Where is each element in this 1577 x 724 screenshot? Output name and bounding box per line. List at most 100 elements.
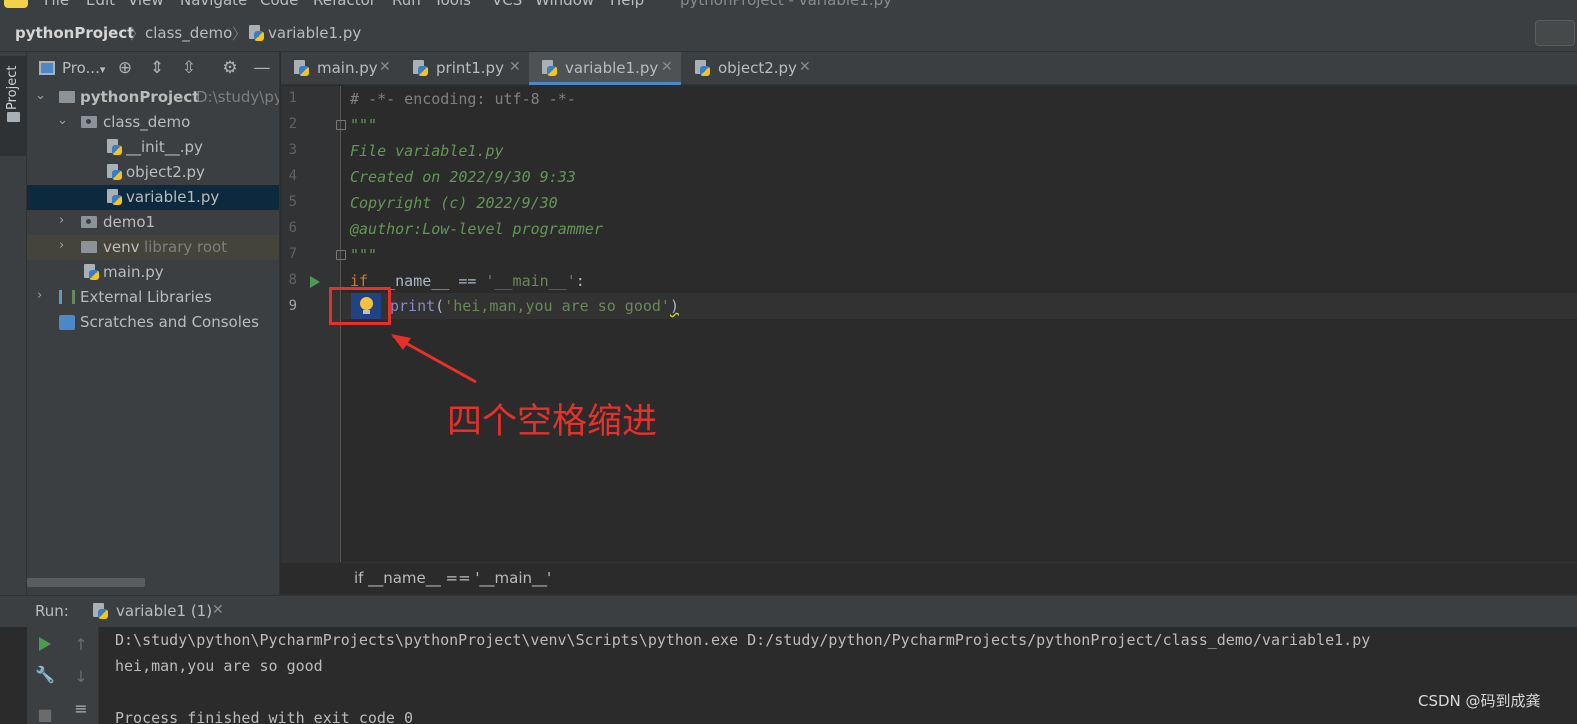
- chevron-right-icon: 〉: [232, 25, 248, 43]
- python-file-icon: [83, 264, 99, 281]
- expand-all-icon[interactable]: ⇕: [146, 57, 168, 79]
- soft-wrap-icon[interactable]: ≡: [71, 699, 91, 719]
- run-gutter-icon[interactable]: [310, 276, 320, 288]
- stop-icon[interactable]: ■: [35, 705, 55, 724]
- nav-crumb-file[interactable]: variable1.py: [268, 24, 361, 42]
- tree-label: __init__.py: [126, 138, 203, 156]
- nav-crumb-class-demo[interactable]: class_demo: [145, 24, 232, 42]
- menu-file[interactable]: File: [44, 0, 69, 9]
- gear-icon[interactable]: ⚙: [219, 57, 241, 79]
- tab-main-py[interactable]: main.py ✕: [281, 52, 399, 85]
- wrench-icon[interactable]: 🔧: [35, 665, 55, 685]
- line-number: 2: [288, 116, 297, 132]
- menu-tools[interactable]: Tools: [434, 0, 471, 9]
- tree-item-venv[interactable]: › venv library root: [27, 235, 279, 260]
- close-icon[interactable]: ✕: [661, 59, 673, 75]
- python-file-icon: [92, 603, 108, 620]
- tab-label: print1.py: [436, 59, 504, 77]
- close-icon[interactable]: ✕: [799, 59, 811, 75]
- close-icon[interactable]: ✕: [212, 602, 224, 618]
- horizontal-scrollbar[interactable]: [27, 578, 145, 587]
- menu-window[interactable]: Window: [535, 0, 594, 9]
- python-file-icon: [106, 139, 122, 156]
- menu-help[interactable]: Help: [610, 0, 644, 9]
- line-number: 6: [288, 220, 297, 236]
- locate-file-icon[interactable]: ⊕: [114, 57, 136, 79]
- tree-item-object2-py[interactable]: object2.py: [27, 160, 279, 185]
- run-tab-variable1[interactable]: variable1 (1) ✕: [82, 596, 232, 628]
- python-file-icon: [293, 60, 309, 77]
- pycharm-logo-icon: [4, 0, 28, 8]
- window-title: pythonProject - variable1.py: [680, 0, 892, 9]
- annotation-arrow-icon: [391, 334, 477, 384]
- run-label: Run:: [35, 602, 69, 620]
- tree-item-main-py[interactable]: main.py: [27, 260, 279, 285]
- menu-edit[interactable]: Edit: [86, 0, 115, 9]
- line-number: 5: [288, 194, 297, 210]
- run-toolbar-left: 🔧 ■: [27, 627, 63, 724]
- fold-marker-icon[interactable]: [336, 120, 346, 130]
- menu-refactor[interactable]: Refactor: [313, 0, 376, 9]
- annotation-label: 四个空格缩进: [447, 402, 658, 442]
- tree-item-init-py[interactable]: __init__.py: [27, 135, 279, 160]
- project-tool-tab[interactable]: Project: [0, 56, 27, 156]
- console-line-command: D:\study\python\PycharmProjects\pythonPr…: [115, 631, 1371, 649]
- python-file-icon: [412, 60, 428, 77]
- code-line-6: @author:Low-level programmer: [350, 220, 603, 238]
- chevron-right-icon: 〉: [130, 25, 146, 43]
- scratches-icon: [59, 315, 75, 330]
- project-view-selector[interactable]: Pro...▾: [62, 59, 105, 77]
- folder-icon: [59, 91, 75, 103]
- code-editor[interactable]: 1 2 3 4 5 6 7 8 9 # -*- encoding: utf-8 …: [281, 86, 1577, 562]
- chevron-right-icon: ›: [59, 238, 65, 253]
- tree-item-variable1-py[interactable]: variable1.py: [27, 185, 279, 210]
- rerun-icon[interactable]: [39, 637, 51, 651]
- menu-bar: File Edit View Navigate Code Refactor Ru…: [0, 0, 1577, 14]
- menu-vcs[interactable]: VCS: [492, 0, 522, 9]
- python-file-icon: [106, 189, 122, 206]
- menu-run[interactable]: Run: [392, 0, 421, 9]
- chevron-down-icon: ▾: [99, 63, 106, 76]
- line-number: 7: [288, 246, 297, 262]
- tree-label: demo1: [103, 213, 156, 231]
- menu-code[interactable]: Code: [260, 0, 298, 9]
- folder-icon: [7, 112, 20, 122]
- code-line-1: # -*- encoding: utf-8 -*-: [350, 90, 576, 108]
- tab-print1-py[interactable]: print1.py ✕: [400, 52, 528, 85]
- menu-navigate[interactable]: Navigate: [180, 0, 247, 9]
- run-config-button[interactable]: [1535, 20, 1575, 46]
- chevron-down-icon: ⌄: [35, 88, 46, 103]
- code-line-5: Copyright (c) 2022/9/30: [350, 194, 558, 212]
- tab-variable1-py[interactable]: variable1.py ✕: [529, 52, 681, 85]
- line-number: 9: [288, 298, 297, 314]
- tree-label: main.py: [103, 263, 164, 281]
- tree-item-class-demo[interactable]: ⌄ class_demo: [27, 110, 279, 135]
- tree-item-demo1[interactable]: › demo1: [27, 210, 279, 235]
- tree-label: External Libraries: [80, 288, 212, 306]
- minimize-icon[interactable]: —: [251, 57, 273, 79]
- tree-label: class_demo: [103, 113, 191, 131]
- close-icon[interactable]: ✕: [379, 59, 391, 75]
- chevron-right-icon: ›: [59, 213, 65, 228]
- tree-item-scratches[interactable]: Scratches and Consoles: [27, 310, 279, 335]
- code-breadcrumb[interactable]: if __name__ == '__main__': [354, 569, 551, 587]
- arrow-down-icon[interactable]: ↓: [71, 667, 91, 687]
- collapse-all-icon[interactable]: ⇳: [178, 57, 200, 79]
- python-file-icon: [541, 60, 557, 77]
- python-file-icon: [694, 60, 710, 77]
- fold-marker-icon[interactable]: [336, 250, 346, 260]
- tab-object2-py[interactable]: object2.py ✕: [682, 52, 817, 85]
- menu-view[interactable]: View: [128, 0, 164, 9]
- tree-item-external-libraries[interactable]: › External Libraries: [27, 285, 279, 310]
- console-line-output: hei,man,you are so good: [115, 657, 323, 675]
- close-icon[interactable]: ✕: [509, 59, 521, 75]
- nav-crumb-project[interactable]: pythonProject: [15, 24, 134, 42]
- chevron-right-icon: ›: [37, 288, 43, 303]
- chevron-down-icon: ⌄: [57, 113, 68, 128]
- line-number: 4: [288, 168, 297, 184]
- arrow-up-icon[interactable]: ↑: [71, 635, 91, 655]
- tree-label: object2.py: [126, 163, 205, 181]
- tree-item-pythonproject[interactable]: ⌄ pythonProject D:\study\py: [27, 85, 279, 110]
- project-tab-label: Project: [5, 65, 20, 110]
- tab-label: main.py: [317, 59, 378, 77]
